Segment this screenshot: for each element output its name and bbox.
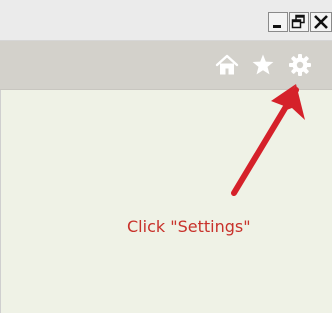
settings-button[interactable] bbox=[287, 52, 313, 78]
minimize-icon bbox=[273, 25, 281, 28]
restore-icon bbox=[291, 14, 305, 29]
restore-button[interactable] bbox=[289, 12, 309, 32]
close-icon bbox=[314, 15, 328, 29]
command-toolbar bbox=[0, 41, 332, 90]
star-icon bbox=[252, 54, 274, 75]
annotation-text: Click "Settings" bbox=[127, 217, 251, 236]
close-button[interactable] bbox=[310, 12, 332, 32]
title-bar bbox=[0, 0, 332, 41]
page-content bbox=[0, 90, 332, 313]
home-button[interactable] bbox=[214, 52, 240, 78]
browser-window: Click "Settings" bbox=[0, 0, 332, 313]
minimize-button[interactable] bbox=[268, 12, 288, 32]
home-icon bbox=[215, 54, 239, 75]
gear-icon bbox=[289, 54, 311, 76]
favorites-button[interactable] bbox=[250, 52, 276, 78]
